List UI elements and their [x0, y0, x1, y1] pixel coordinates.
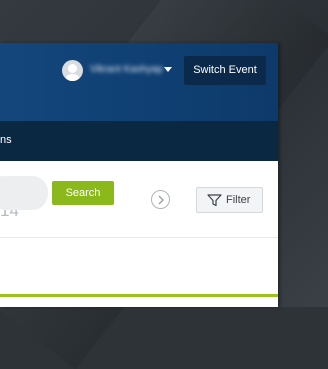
switch-event-button[interactable]: Switch Event — [184, 56, 266, 85]
filter-button[interactable]: Filter — [196, 187, 263, 213]
user-avatar-icon[interactable] — [62, 60, 83, 81]
results-accent-bar — [0, 294, 278, 297]
nav-bar: ns — [0, 121, 278, 161]
user-name[interactable]: Vikrant Kashyap — [90, 64, 163, 75]
next-day-button[interactable] — [151, 190, 170, 209]
funnel-icon — [207, 194, 222, 207]
avatar-head — [68, 64, 77, 73]
avatar-body — [65, 74, 80, 81]
app-header: Vikrant Kashyap Switch Event — [0, 43, 278, 121]
search-button[interactable]: Search — [52, 181, 114, 205]
chevron-right-icon — [158, 195, 164, 205]
content-divider — [0, 237, 278, 238]
filter-label: Filter — [226, 194, 251, 206]
app-window: Vikrant Kashyap Switch Event ns iday 14 … — [0, 43, 278, 307]
search-input[interactable] — [0, 176, 48, 210]
caret-down-icon[interactable] — [164, 67, 172, 72]
nav-item[interactable]: ns — [0, 134, 12, 146]
